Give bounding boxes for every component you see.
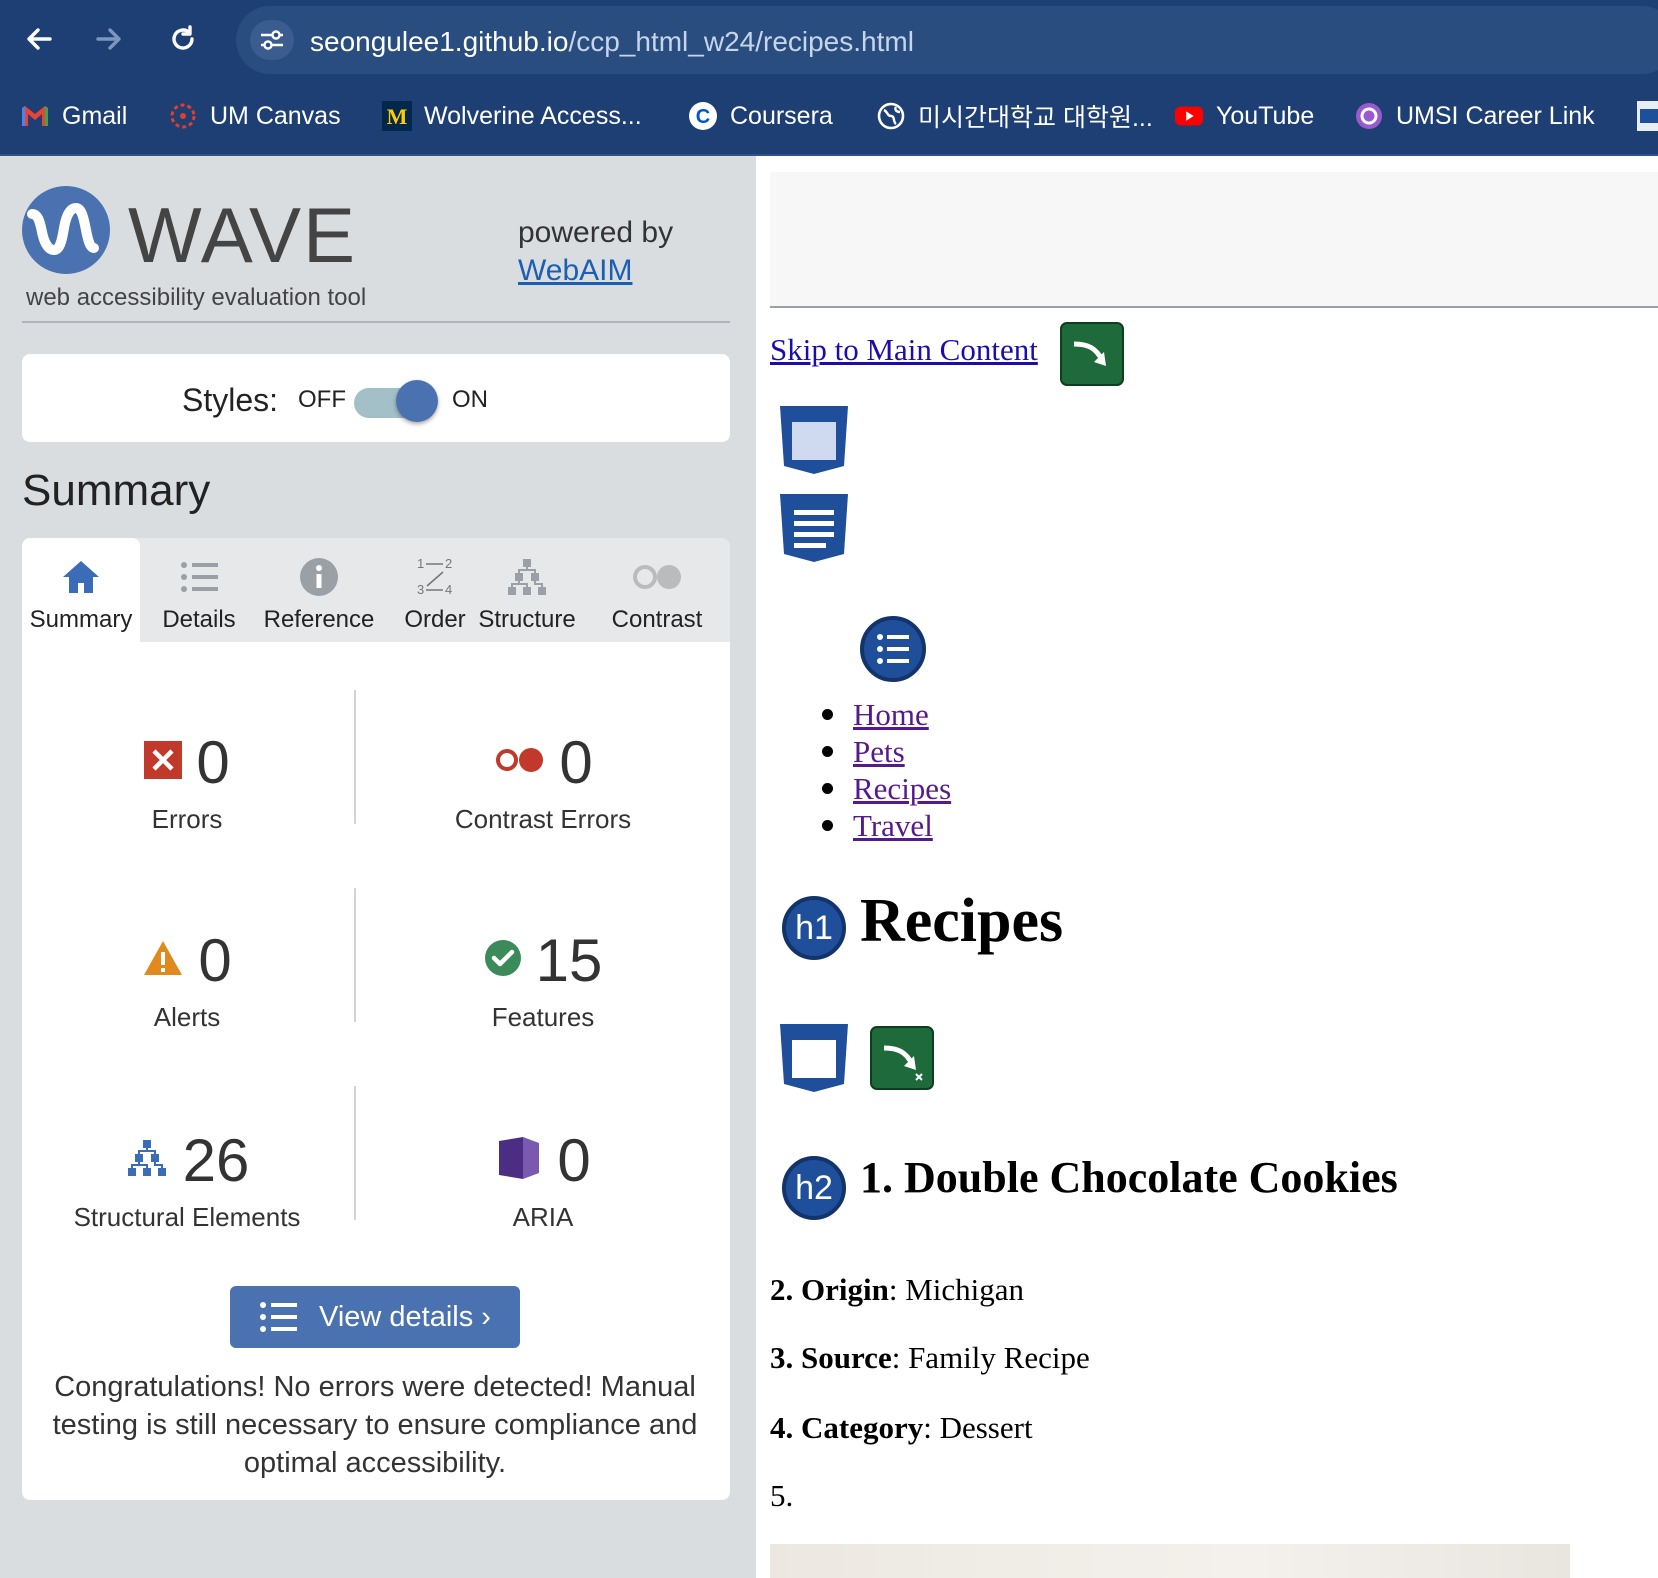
- summary-heading: Summary: [22, 466, 211, 515]
- coursera-icon: C: [688, 101, 718, 131]
- toggle-on-label: ON: [452, 386, 488, 413]
- bookmark-wolverine-access[interactable]: M Wolverine Access...: [382, 96, 642, 136]
- forward-arrow-icon: [96, 28, 121, 50]
- home-icon: [61, 552, 101, 602]
- site-info-icon[interactable]: [250, 20, 294, 60]
- nav-link-recipes[interactable]: Recipes: [853, 770, 951, 807]
- alert-icon: [142, 939, 184, 982]
- nav-item-pets: Pets: [822, 733, 951, 770]
- toggle-off-label: OFF: [298, 386, 346, 413]
- bookmark-overflow[interactable]: [1634, 96, 1658, 136]
- recipe-photo: [770, 1544, 1570, 1578]
- svg-text:1: 1: [417, 556, 424, 571]
- stat-aria[interactable]: 0 ARIA: [356, 1124, 730, 1233]
- h1-badge-icon: h1: [782, 896, 846, 960]
- wave-logo-text: WAVE: [128, 191, 358, 279]
- recipe-item-5: 5.: [770, 1478, 794, 1513]
- styles-label: Styles:: [182, 382, 279, 418]
- stat-contrast-errors[interactable]: 0 Contrast Errors: [356, 726, 730, 835]
- contrast-error-icon: [493, 746, 545, 779]
- feature-check-icon: [484, 939, 522, 982]
- view-details-button[interactable]: View details ›: [230, 1286, 520, 1348]
- stat-alerts[interactable]: 0 Alerts: [22, 924, 352, 1033]
- reload-button[interactable]: [162, 18, 204, 60]
- wave-tabs: Summary Details Reference 1234 Order Str…: [22, 538, 730, 642]
- nav-link-travel[interactable]: Travel: [853, 807, 933, 844]
- page-header-area: [770, 172, 1658, 308]
- page-title: Recipes: [860, 887, 1064, 955]
- nav-link-pets[interactable]: Pets: [853, 733, 905, 770]
- globe-icon: [876, 101, 906, 131]
- reload-icon: [172, 25, 194, 50]
- youtube-icon: [1174, 101, 1204, 131]
- h2-badge-icon: h2: [782, 1156, 846, 1220]
- nav-item-travel: Travel: [822, 807, 951, 844]
- recipe-origin: 2. Origin: Michigan: [770, 1272, 1025, 1307]
- site-favicon-icon: [1634, 101, 1658, 131]
- career-link-icon: [1354, 101, 1384, 131]
- michigan-m-icon: M: [382, 101, 412, 131]
- congrats-message: Congratulations! No errors were detected…: [52, 1371, 698, 1479]
- navigation-region-icon: [778, 492, 850, 564]
- wave-tagline: web accessibility evaluation tool: [26, 284, 367, 311]
- bookmark-um-canvas[interactable]: UM Canvas: [168, 96, 341, 136]
- bookmark-umsi-career-link[interactable]: UMSI Career Link: [1354, 96, 1595, 136]
- bookmark-youtube[interactable]: YouTube: [1174, 96, 1314, 136]
- tab-contrast[interactable]: Contrast: [584, 538, 730, 642]
- tab-details[interactable]: Details: [140, 538, 258, 642]
- list-icon: [259, 1301, 298, 1333]
- skip-link-icon: [1060, 322, 1124, 386]
- styles-toggle-panel: Styles: OFF ON: [22, 354, 730, 442]
- svg-text:2: 2: [445, 556, 452, 571]
- styles-toggle-knob[interactable]: [396, 380, 438, 422]
- powered-by: powered by WebAIM: [518, 216, 674, 287]
- url-text: seongulee1.github.io/ccp_html_w24/recipe…: [310, 26, 914, 57]
- aria-icon: [495, 1135, 543, 1186]
- stat-structural-elements[interactable]: 26 Structural Elements: [22, 1124, 352, 1233]
- gmail-icon: [20, 101, 50, 131]
- tab-summary[interactable]: Summary: [22, 538, 140, 642]
- skip-target-icon: [870, 1026, 934, 1090]
- divider: [22, 321, 730, 323]
- bookmark-gmail[interactable]: Gmail: [20, 96, 127, 136]
- canvas-icon: [168, 101, 198, 131]
- list-icon: [860, 616, 926, 682]
- tab-structure[interactable]: Structure: [470, 538, 584, 642]
- svg-text:M: M: [387, 104, 408, 129]
- tab-reference[interactable]: Reference: [258, 538, 380, 642]
- error-icon: [144, 740, 183, 784]
- browser-toolbar: seongulee1.github.io/ccp_html_w24/recipe…: [0, 0, 1658, 74]
- webaim-link[interactable]: WebAIM: [518, 254, 632, 287]
- skip-to-main-link[interactable]: Skip to Main Content: [770, 332, 1038, 368]
- structure-icon: [506, 552, 548, 602]
- recipe-source: 3. Source: Family Recipe: [770, 1340, 1090, 1375]
- stat-features[interactable]: 15 Features: [356, 924, 730, 1033]
- address-bar[interactable]: seongulee1.github.io/ccp_html_w24/recipe…: [236, 6, 1658, 74]
- nav-item-home: Home: [822, 696, 951, 733]
- wave-logo-icon: [22, 186, 110, 279]
- main-region-icon: [778, 1022, 850, 1094]
- recipe-category: 4. Category: Dessert: [770, 1410, 1033, 1445]
- header-region-icon: [778, 404, 850, 476]
- back-arrow-icon: [27, 28, 52, 50]
- svg-text:C: C: [696, 106, 710, 128]
- main-nav: Home Pets Recipes Travel: [822, 696, 951, 844]
- bookmark-korean-grad[interactable]: 미시간대학교 대학원...: [876, 96, 1153, 136]
- contrast-icon: [631, 552, 683, 602]
- structure-icon: [125, 1138, 169, 1183]
- nav-item-recipes: Recipes: [822, 770, 951, 807]
- order-icon: 1 2 3 4: [415, 552, 455, 602]
- back-button[interactable]: [18, 18, 60, 60]
- stat-errors[interactable]: 0 Errors: [22, 726, 352, 835]
- info-icon: [299, 552, 339, 602]
- nav-link-home[interactable]: Home: [853, 696, 929, 733]
- bookmarks-bar: Gmail UM Canvas M Wolverine Access... C …: [0, 74, 1658, 156]
- svg-text:3: 3: [417, 582, 424, 597]
- forward-button[interactable]: [88, 18, 130, 60]
- svg-text:4: 4: [445, 582, 452, 597]
- list-icon: [180, 552, 218, 602]
- recipe-heading: 1. Double Chocolate Cookies: [860, 1153, 1398, 1202]
- bookmark-coursera[interactable]: C Coursera: [688, 96, 833, 136]
